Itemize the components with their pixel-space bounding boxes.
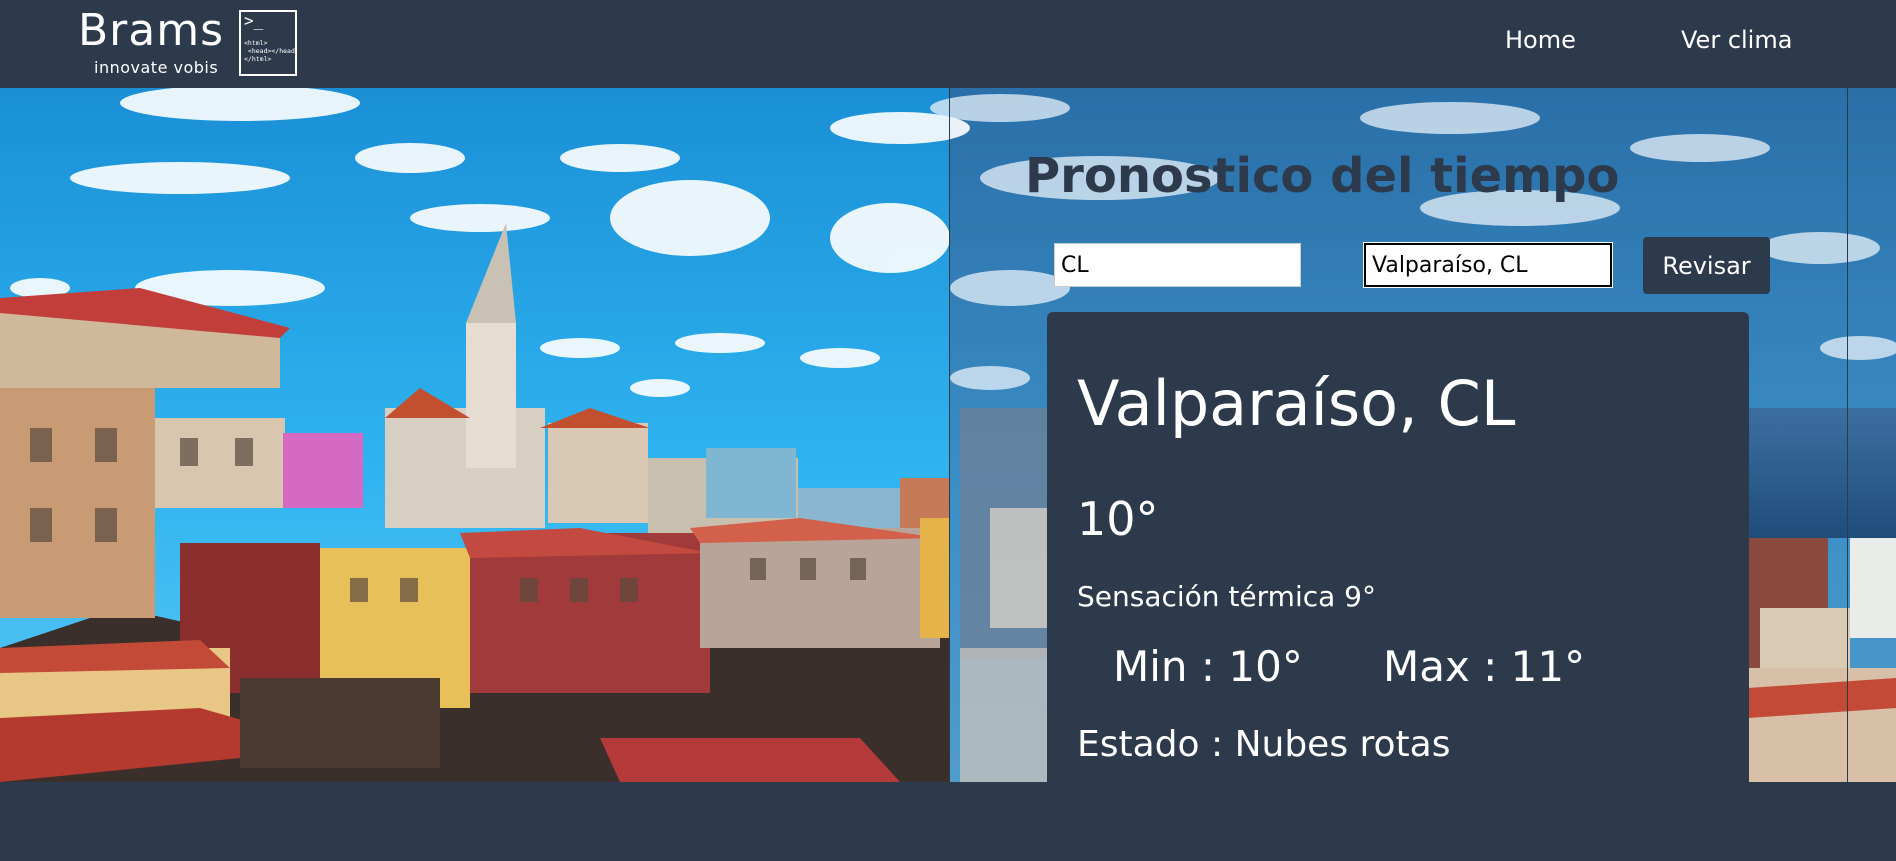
- navbar: Brams innovate vobis >_ <html> <head></h…: [0, 0, 1896, 88]
- brand-tagline: innovate vobis: [94, 58, 219, 77]
- city-input[interactable]: [1364, 243, 1612, 287]
- weather-card: Valparaíso, CL 10° Sensación térmica 9° …: [1047, 312, 1749, 782]
- weather-feels-like: Sensación térmica 9°: [1077, 580, 1376, 613]
- weather-status: Estado : Nubes rotas: [1077, 724, 1451, 765]
- nav-weather-link[interactable]: Ver clima: [1681, 26, 1792, 54]
- logo-prompt: >_: [244, 11, 264, 30]
- weather-max: Max : 11°: [1383, 642, 1586, 691]
- footer: [0, 782, 1896, 861]
- brand-logo[interactable]: Brams innovate vobis >_ <html> <head></h…: [78, 8, 300, 78]
- logo-code: <html> <head></head> </html>: [244, 39, 297, 63]
- check-weather-button[interactable]: Revisar: [1643, 237, 1770, 294]
- weather-min: Min : 10°: [1113, 642, 1303, 691]
- weather-temperature: 10°: [1077, 492, 1159, 546]
- weather-location: Valparaíso, CL: [1077, 367, 1516, 440]
- page-title: Pronostico del tiempo: [1025, 148, 1620, 204]
- country-input[interactable]: [1054, 243, 1301, 287]
- nav-home-link[interactable]: Home: [1505, 26, 1576, 54]
- brand-name: Brams: [78, 5, 225, 56]
- terminal-icon: >_ <html> <head></head> </html>: [239, 10, 297, 76]
